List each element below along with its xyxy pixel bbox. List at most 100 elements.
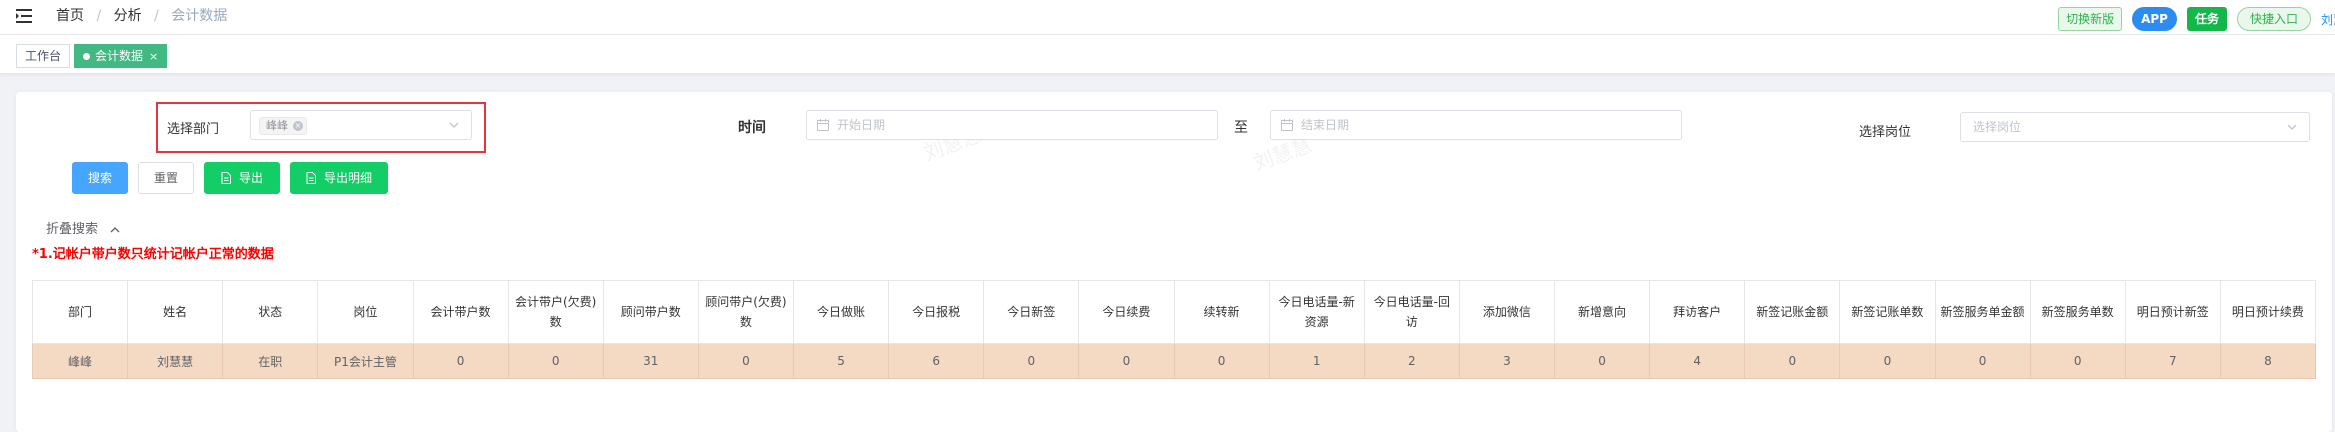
data-table: 部门 姓名 状态 岗位 会计带户数 会计带户(欠费)数 顾问带户数 顾问带户(欠费)数 今日做账…: [31, 280, 2317, 379]
table-cell: 0: [1173, 343, 1270, 379]
breadcrumb-home[interactable]: 首页: [56, 8, 84, 24]
table-cell: 5: [792, 343, 890, 379]
column-header: 添加微信: [1458, 280, 1556, 344]
chevron-down-icon: [449, 122, 459, 128]
table-row[interactable]: 峰峰 刘慧慧 在职 P1会计主管 0 0 31 0 5 6 0 0 0 1 2 3 0 4 0 0 0 0 7 8: [31, 343, 2317, 379]
table-cell: 6: [888, 343, 985, 379]
document-icon: [221, 171, 231, 184]
chevron-up-icon: [110, 227, 120, 233]
column-header: 今日电话量-回访: [1363, 280, 1460, 344]
table-cell: 0: [2029, 343, 2126, 379]
column-header: 新签服务单数: [2029, 280, 2126, 344]
export-button[interactable]: 导出: [204, 162, 280, 194]
tab-accounting-data[interactable]: 会计数据 ×: [74, 44, 168, 68]
position-select[interactable]: 选择岗位: [1960, 112, 2310, 142]
user-name[interactable]: 刘慧: [2321, 11, 2335, 28]
table-cell: 3: [1458, 343, 1556, 379]
quick-entry-button[interactable]: 快捷入口: [2236, 7, 2311, 31]
position-label: 选择岗位: [1859, 125, 1912, 140]
fold-search-toggle[interactable]: 折叠搜索: [46, 218, 120, 237]
end-date-input[interactable]: 结束日期: [1270, 110, 1682, 140]
column-header: 新签记账单数: [1839, 280, 1936, 344]
breadcrumb-current: 会计数据: [171, 8, 228, 24]
chip-close-icon[interactable]: ×: [293, 121, 303, 131]
chevron-down-icon: [2287, 124, 2297, 130]
export-button-label: 导出: [238, 171, 263, 185]
column-header: 今日新签: [983, 280, 1080, 344]
table-cell: P1会计主管: [317, 343, 414, 379]
end-date-placeholder: 结束日期: [1301, 118, 1350, 132]
column-header: 会计带户数: [412, 280, 509, 344]
table-cell: 0: [507, 343, 604, 379]
breadcrumb-analysis[interactable]: 分析: [114, 8, 142, 24]
table-cell: 0: [1744, 343, 1841, 379]
table-cell: 刘慧慧: [127, 343, 224, 379]
table-cell: 0: [1934, 343, 2031, 379]
notice-text: *1.记帐户带户数只统计记帐户正常的数据: [32, 247, 274, 262]
column-header: 今日报税: [888, 280, 985, 344]
fold-search-label: 折叠搜索: [46, 222, 99, 237]
table-cell: 2: [1363, 343, 1460, 379]
department-chip-label: 峰峰: [266, 119, 288, 132]
task-button[interactable]: 任务: [2186, 7, 2227, 31]
tab-workbench[interactable]: 工作台: [16, 44, 71, 68]
table-cell: 0: [412, 343, 509, 379]
department-chip: 峰峰 ×: [259, 117, 307, 135]
column-header: 明日预计续费: [2219, 280, 2317, 344]
column-header: 今日做账: [792, 280, 890, 344]
table-cell: 1: [1268, 343, 1365, 379]
table-cell: 0: [697, 343, 795, 379]
column-header: 今日电话量-新资源: [1268, 280, 1365, 344]
export-detail-button[interactable]: 导出明细: [290, 162, 388, 194]
column-header: 顾问带户数: [602, 280, 699, 344]
column-header: 新增意向: [1553, 280, 1651, 344]
position-placeholder: 选择岗位: [1973, 120, 2022, 134]
column-header: 拜访客户: [1649, 280, 1746, 344]
column-header: 今日续费: [1078, 280, 1175, 344]
table-cell: 0: [1078, 343, 1175, 379]
search-button[interactable]: 搜索: [72, 162, 128, 194]
main-panel: 刘慧慧 刘慧慧 刘慧慧 刘慧慧 刘慧慧 选择部门 峰峰 × 时间 开始日期 至 …: [16, 92, 2332, 432]
start-date-input[interactable]: 开始日期: [806, 110, 1218, 140]
table-cell: 7: [2124, 343, 2221, 379]
menu-toggle-icon[interactable]: [16, 8, 34, 24]
table-cell: 0: [1839, 343, 1936, 379]
reset-button[interactable]: 重置: [138, 162, 194, 194]
time-label: 时间: [738, 120, 766, 136]
column-header: 姓名: [127, 280, 224, 344]
top-right-actions: 切换新版 APP 任务 快捷入口 刘慧: [2058, 7, 2335, 31]
column-header: 新签记账金额: [1744, 280, 1841, 344]
document-icon: [306, 171, 316, 184]
table-cell: 在职: [222, 343, 319, 379]
table-cell: 31: [602, 343, 699, 379]
export-detail-button-label: 导出明细: [323, 171, 372, 185]
table-cell: 8: [2219, 343, 2317, 379]
close-icon[interactable]: ×: [149, 50, 158, 63]
column-header: 部门: [31, 280, 129, 344]
department-label: 选择部门: [167, 122, 220, 137]
column-header: 新签服务单金额: [1934, 280, 2031, 344]
breadcrumb: 首页 / 分析 / 会计数据: [56, 6, 227, 26]
table-header-row: 部门 姓名 状态 岗位 会计带户数 会计带户(欠费)数 顾问带户数 顾问带户(欠费)数 今日做账…: [31, 280, 2317, 344]
switch-version-button[interactable]: 切换新版: [2058, 7, 2123, 31]
tab-label: 工作台: [25, 49, 62, 63]
tags-view-bar: 工作台 会计数据 ×: [0, 35, 2335, 74]
department-select[interactable]: 峰峰 ×: [250, 110, 472, 140]
column-header: 会计带户(欠费)数: [507, 280, 604, 344]
app-button[interactable]: APP: [2132, 7, 2177, 31]
top-navbar: 首页 / 分析 / 会计数据 切换新版 APP 任务 快捷入口 刘慧: [0, 0, 2335, 35]
column-header: 岗位: [317, 280, 414, 344]
table-cell: 0: [983, 343, 1080, 379]
calendar-icon: [1281, 119, 1293, 131]
start-date-placeholder: 开始日期: [837, 118, 886, 132]
breadcrumb-separator: /: [96, 8, 102, 24]
table-cell: 峰峰: [31, 343, 129, 379]
calendar-icon: [817, 119, 829, 131]
column-header: 状态: [222, 280, 319, 344]
tab-label: 会计数据: [95, 49, 144, 63]
breadcrumb-separator: /: [154, 8, 159, 24]
column-header: 顾问带户(欠费)数: [697, 280, 795, 344]
table-cell: 4: [1649, 343, 1746, 379]
column-header: 明日预计新签: [2124, 280, 2221, 344]
to-label: 至: [1234, 120, 1248, 136]
